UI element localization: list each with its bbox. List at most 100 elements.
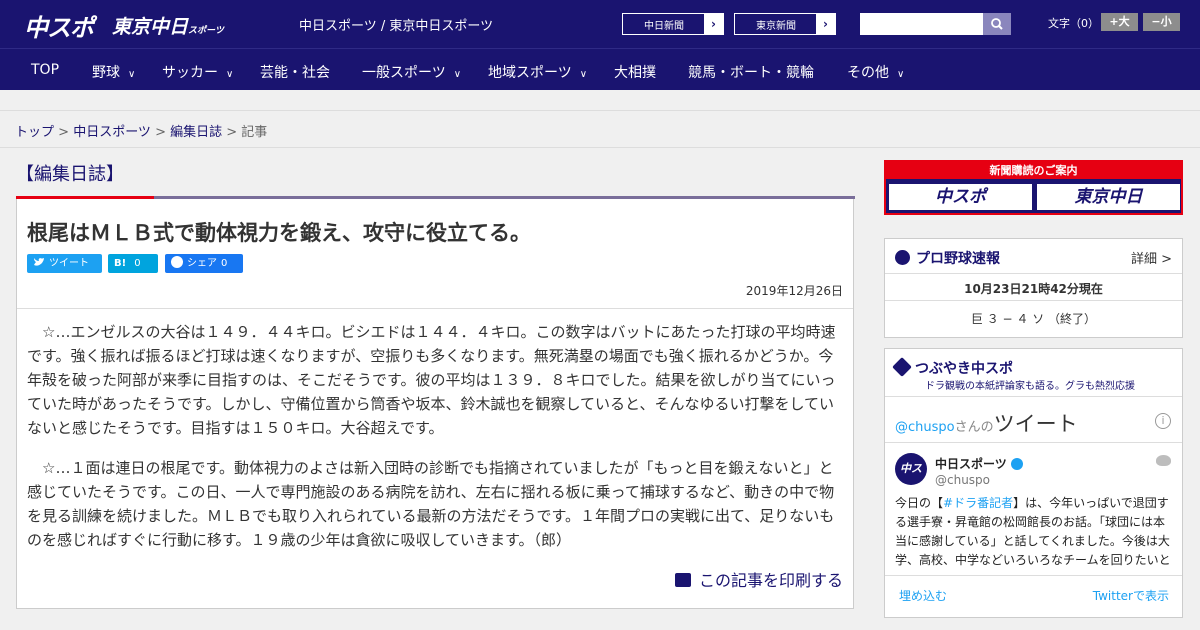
breadcrumb-chunichi-sports[interactable]: 中日スポーツ	[73, 125, 151, 140]
facebook-count: 0	[221, 258, 228, 269]
font-size-label: 文字（0）	[1048, 17, 1099, 30]
print-label: この記事を印刷する	[698, 571, 843, 590]
subscription-banner-title: 新聞購読のご案内	[886, 162, 1181, 179]
article-paragraph: ☆…エンゼルスの大谷は１４９．４４キロ。ビシエドは１４４．４キロ。この数字はバッ…	[27, 323, 836, 437]
article-paragraph: ☆…１面は連日の根尾です。動体視力のよさは新入団時の診断でも指摘されていましたが…	[27, 459, 835, 549]
nav-label: 大相撲	[614, 65, 656, 81]
baseball-scores-widget: プロ野球速報 詳細 > 10月23日21時42分現在 巨 ３ − ４ ソ （終了…	[884, 238, 1183, 338]
tokyo-chunichi-logo[interactable]: 東京中日スポーツ	[112, 12, 224, 39]
nav-entertainment[interactable]: 芸能・社会	[260, 62, 330, 82]
verified-icon	[1010, 458, 1023, 470]
twitter-bird-icon	[34, 258, 44, 266]
nav-label: 一般スポーツ	[362, 65, 446, 81]
nav-racing[interactable]: 競馬・ボート・競輪	[688, 62, 814, 82]
baseball-icon	[895, 250, 910, 265]
print-article-link[interactable]: この記事を印刷する	[674, 567, 843, 591]
chuspo-logo[interactable]: 中スポ	[24, 8, 94, 43]
nav-general-sports[interactable]: 一般スポーツ ∨	[362, 62, 461, 82]
nav-label: サッカー	[162, 65, 218, 81]
tokyo-chunichi-logo: 東京中日	[1036, 183, 1181, 211]
facebook-share-button[interactable]: シェア 0	[165, 254, 243, 273]
widget-title-text: プロ野球速報	[916, 251, 1000, 267]
tokyo-shimbun-link[interactable]: 東京新聞 ›	[734, 13, 836, 35]
twitter-timeline-header: @chuspoさんのツイート	[895, 408, 1078, 438]
breadcrumb-separator: >	[54, 125, 74, 140]
tweet-text-pre: 今日の【	[895, 496, 944, 510]
hatena-bookmark-button[interactable]: B! 0	[108, 254, 158, 273]
category-title: 【編集日誌】	[16, 164, 124, 185]
facebook-share-label: シェア	[187, 258, 217, 269]
divider	[885, 273, 1182, 274]
divider	[885, 300, 1182, 301]
tweet-label: ツイート	[49, 258, 89, 269]
breadcrumb-bar: トップ > 中日スポーツ > 編集日誌 > 記事	[0, 110, 1200, 148]
nav-label: 地域スポーツ	[488, 65, 572, 81]
font-larger-button[interactable]: +大	[1101, 13, 1138, 31]
breadcrumb-current: 記事	[241, 125, 268, 140]
title-rule-red	[16, 196, 154, 199]
widget-title-text: つぶやき中スポ	[915, 361, 1013, 377]
tweet-button[interactable]: ツイート	[27, 254, 102, 273]
widget-title: プロ野球速報	[895, 248, 1000, 268]
nav-soccer[interactable]: サッカー ∨	[162, 62, 233, 82]
main-nav: TOP 野球 ∨ サッカー ∨ 芸能・社会 一般スポーツ ∨ 地域スポーツ ∨ 大相撲 …	[0, 48, 1200, 90]
game-score[interactable]: 巨 ３ − ４ ソ （終了）	[885, 310, 1182, 327]
article-headline: 根尾はＭＬＢ式で動体視力を鍛え、攻守に役立てる。	[27, 221, 531, 245]
twitter-handle-link[interactable]: @chuspo	[895, 420, 955, 435]
scores-detail-link[interactable]: 詳細 >	[1131, 248, 1172, 267]
divider	[17, 308, 853, 309]
embed-link[interactable]: 埋め込む	[899, 587, 947, 604]
chevron-down-icon: ∨	[579, 69, 588, 80]
nav-baseball[interactable]: 野球 ∨	[92, 62, 135, 82]
breadcrumb: トップ > 中日スポーツ > 編集日誌 > 記事	[15, 121, 267, 140]
facebook-icon	[171, 256, 183, 268]
nav-top[interactable]: TOP	[31, 62, 59, 78]
article-date: 2019年12月26日	[745, 284, 843, 298]
chevron-right-icon: ›	[704, 14, 723, 34]
tweet-author[interactable]: 中日スポーツ	[935, 455, 1023, 472]
nav-label: TOP	[31, 62, 60, 78]
divider	[885, 442, 1182, 443]
chevron-down-icon: ∨	[226, 69, 234, 80]
nav-label: その他	[847, 65, 889, 81]
tweet-text: 今日の【#ドラ番記者】は、今年いっぱいで退団する選手寮・昇竜館の松岡館長のお話。…	[895, 494, 1175, 569]
chunichi-shimbun-link[interactable]: 中日新聞 ›	[622, 13, 724, 35]
link-label: 中日新聞	[644, 21, 684, 32]
nav-label: 競馬・ボート・競輪	[688, 65, 814, 81]
site-title: 中日スポーツ / 東京中日スポーツ	[299, 19, 494, 34]
chevron-down-icon: ∨	[453, 69, 462, 80]
article: 根尾はＭＬＢ式で動体視力を鍛え、攻守に役立てる。 ツイート B! 0 シェア 0 2…	[16, 196, 855, 609]
widget-subtitle: ドラ観戦の本紙評論家も語る。グラも熱烈応援	[925, 381, 1135, 392]
handle-suffix: さんの	[954, 420, 994, 435]
tweet-author-handle[interactable]: @chuspo	[935, 473, 990, 487]
breadcrumb-editorial-diary[interactable]: 編集日誌	[170, 125, 222, 140]
font-smaller-button[interactable]: −小	[1143, 13, 1180, 31]
top-header: 中スポ 東京中日スポーツ 中日スポーツ / 東京中日スポーツ 中日新聞 › 東京…	[0, 0, 1200, 48]
pen-icon	[892, 357, 912, 377]
nav-label: 芸能・社会	[260, 65, 330, 81]
view-on-twitter-link[interactable]: Twitterで表示	[1093, 587, 1169, 604]
nav-label: 野球	[92, 65, 120, 81]
tokyo-logo-text: 東京中日	[112, 16, 189, 38]
avatar[interactable]: 中スポ	[895, 453, 927, 507]
nav-other[interactable]: その他 ∨	[847, 62, 904, 82]
chevron-down-icon: ∨	[897, 69, 905, 80]
info-icon[interactable]: i	[1155, 413, 1171, 429]
chuspo-logo: 中スポ	[888, 183, 1033, 211]
breadcrumb-separator: >	[222, 125, 242, 140]
link-label: 東京新聞	[756, 21, 796, 32]
hashtag-link[interactable]: #ドラ番記者	[943, 496, 1013, 510]
printer-icon	[674, 573, 691, 587]
search-input[interactable]	[860, 13, 983, 35]
nav-regional-sports[interactable]: 地域スポーツ ∨	[488, 62, 587, 82]
account-name: 中日スポーツ	[935, 457, 1007, 471]
search-box	[860, 13, 1011, 35]
search-icon	[991, 18, 1003, 30]
subscription-banner[interactable]: 新聞購読のご案内 中スポ 東京中日	[884, 160, 1183, 215]
divider	[885, 575, 1182, 576]
tokyo-logo-small: スポーツ	[188, 26, 224, 36]
breadcrumb-top[interactable]: トップ	[15, 125, 54, 140]
hatena-icon: B!	[114, 258, 127, 269]
nav-sumo[interactable]: 大相撲	[614, 62, 656, 82]
search-button[interactable]	[983, 13, 1011, 35]
